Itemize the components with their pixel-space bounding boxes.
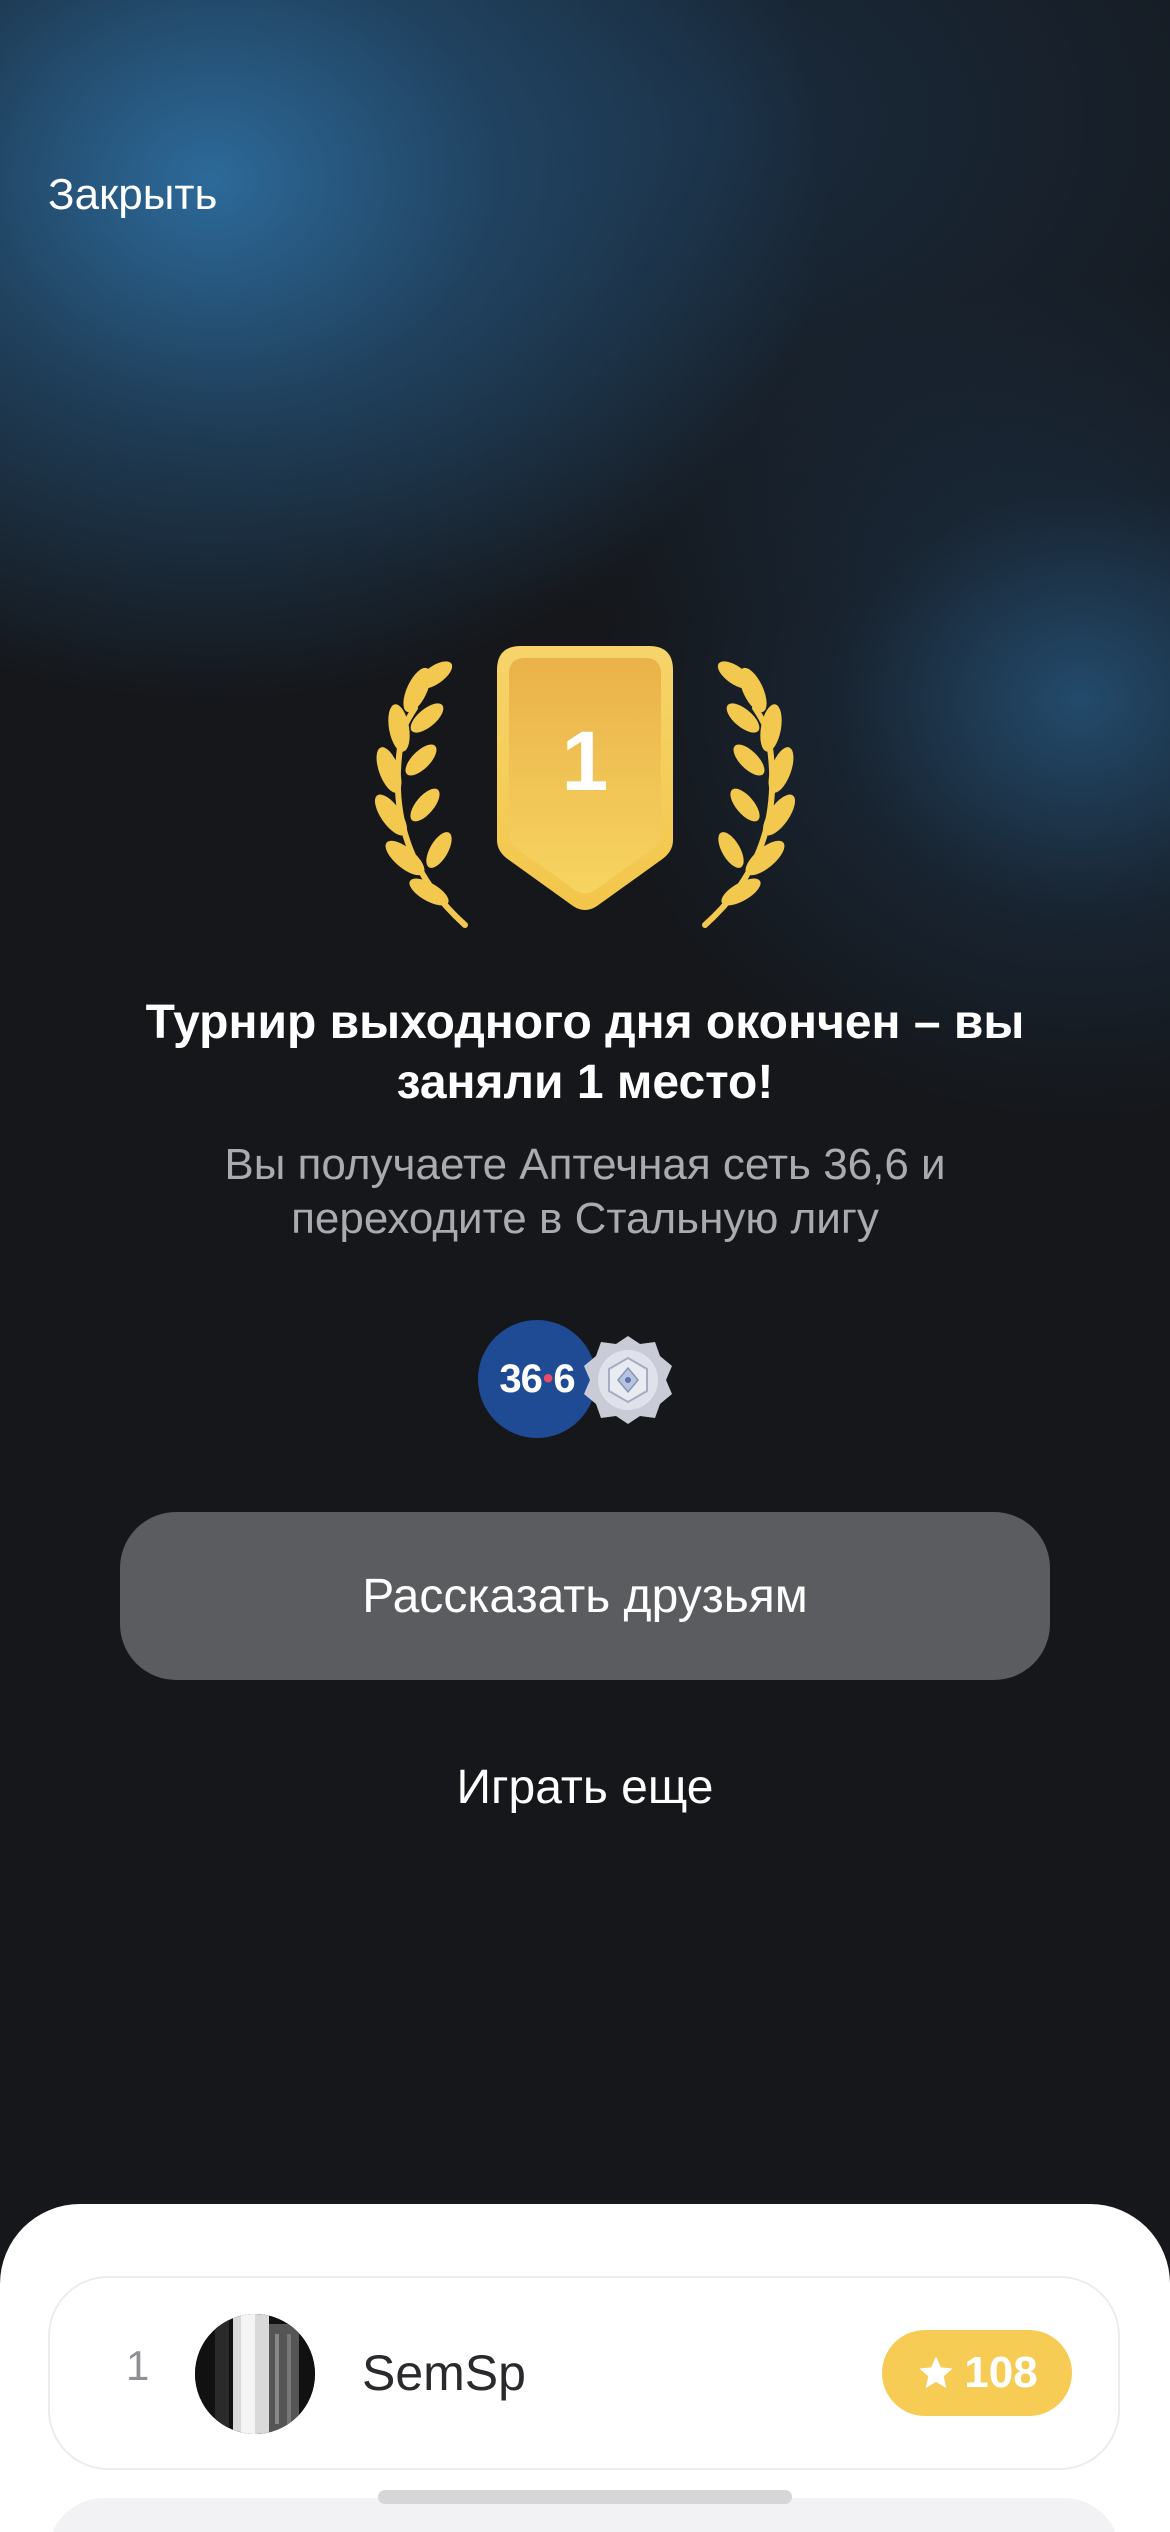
result-title: Турнир выходного дня окончен – вы заняли… xyxy=(145,996,1025,1109)
first-place-trophy-icon: 1 xyxy=(374,646,796,928)
star-icon xyxy=(919,2356,953,2388)
place-number: 1 xyxy=(562,714,609,808)
rewards-row: 36 • 6 xyxy=(478,1318,678,1442)
avatar xyxy=(195,2314,315,2434)
left-laurel-icon xyxy=(374,661,468,928)
right-laurel-icon xyxy=(702,661,796,928)
leaderboard-row[interactable]: 1 SemSp 108 xyxy=(48,2276,1120,2470)
result-subtitle: Вы получаете Аптечная сеть 36,6 и перехо… xyxy=(224,1140,946,1243)
home-indicator[interactable] xyxy=(378,2490,792,2504)
share-with-friends-button[interactable]: Рассказать друзьям xyxy=(120,1512,1050,1680)
pharmacy-366-logo: 36 • 6 xyxy=(478,1320,596,1438)
leaderboard-username: SemSp xyxy=(362,2345,526,2401)
leaderboard-rank: 1 xyxy=(126,2342,150,2389)
reward-logo-dot: • xyxy=(542,1362,553,1395)
close-button[interactable]: Закрыть xyxy=(48,170,217,220)
reward-logo-text-right: 6 xyxy=(553,1356,575,1401)
leaderboard-sheet: 1 SemSp 108 xyxy=(0,2204,1170,2532)
score-badge: 108 xyxy=(882,2330,1072,2416)
steel-league-badge-icon xyxy=(584,1336,672,1424)
score-value: 108 xyxy=(964,2348,1038,2397)
reward-logo-text-left: 36 xyxy=(499,1356,542,1401)
play-again-button[interactable]: Играть еще xyxy=(285,1760,885,1815)
tournament-result-screen: Закрыть 1 Турнир выходного дня окончен –… xyxy=(0,0,1170,2532)
user-avatar-image xyxy=(195,2314,315,2434)
